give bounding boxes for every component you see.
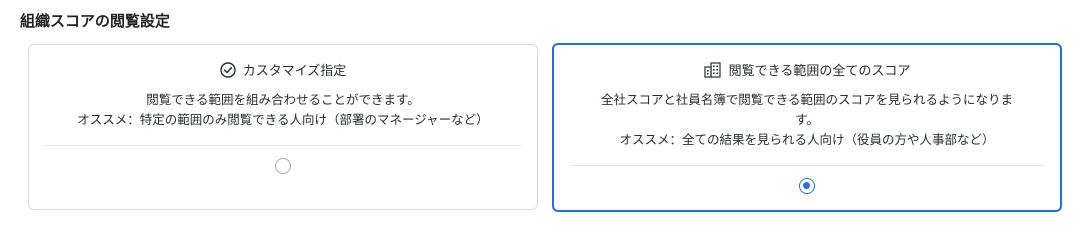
- section-title: 組織スコアの閲覧設定: [20, 12, 171, 30]
- description-line: す。: [795, 112, 819, 127]
- option-title-row: 閲覧できる範囲の全てのスコア: [554, 60, 1060, 79]
- option-radio-all-scores[interactable]: [799, 178, 815, 194]
- building-icon: [704, 61, 722, 78]
- radio-selected-dot: [803, 182, 810, 189]
- option-title: カスタマイズ指定: [242, 64, 347, 79]
- option-description: 全社スコアと社員名簿で閲覧できる範囲のスコアを見られるようになりま す。 オスス…: [568, 90, 1046, 150]
- check-circle-icon: [219, 61, 236, 78]
- description-line: オススメ：特定の範囲のみ閲覧できる人向け（部署のマネージャーなど）: [77, 112, 489, 127]
- description-line: 閲覧できる範囲を組み合わせることができます。: [146, 92, 420, 107]
- option-description: 閲覧できる範囲を組み合わせることができます。 オススメ：特定の範囲のみ閲覧できる…: [43, 90, 523, 130]
- divider: [45, 145, 521, 146]
- description-line: オススメ：全ての結果を見られる人向け（役員の方や人事部など）: [619, 132, 995, 147]
- divider: [570, 165, 1044, 166]
- option-card-customize[interactable]: カスタマイズ指定 閲覧できる範囲を組み合わせることができます。 オススメ：特定の…: [28, 44, 538, 210]
- description-line: 全社スコアと社員名簿で閲覧できる範囲のスコアを見られるようになりま: [600, 92, 1013, 107]
- option-card-all-scores[interactable]: 閲覧できる範囲の全てのスコア 全社スコアと社員名簿で閲覧できる範囲のスコアを見ら…: [552, 43, 1062, 212]
- option-radio-customize[interactable]: [275, 158, 291, 174]
- option-title-row: カスタマイズ指定: [29, 60, 537, 79]
- option-title: 閲覧できる範囲の全てのスコア: [728, 64, 911, 79]
